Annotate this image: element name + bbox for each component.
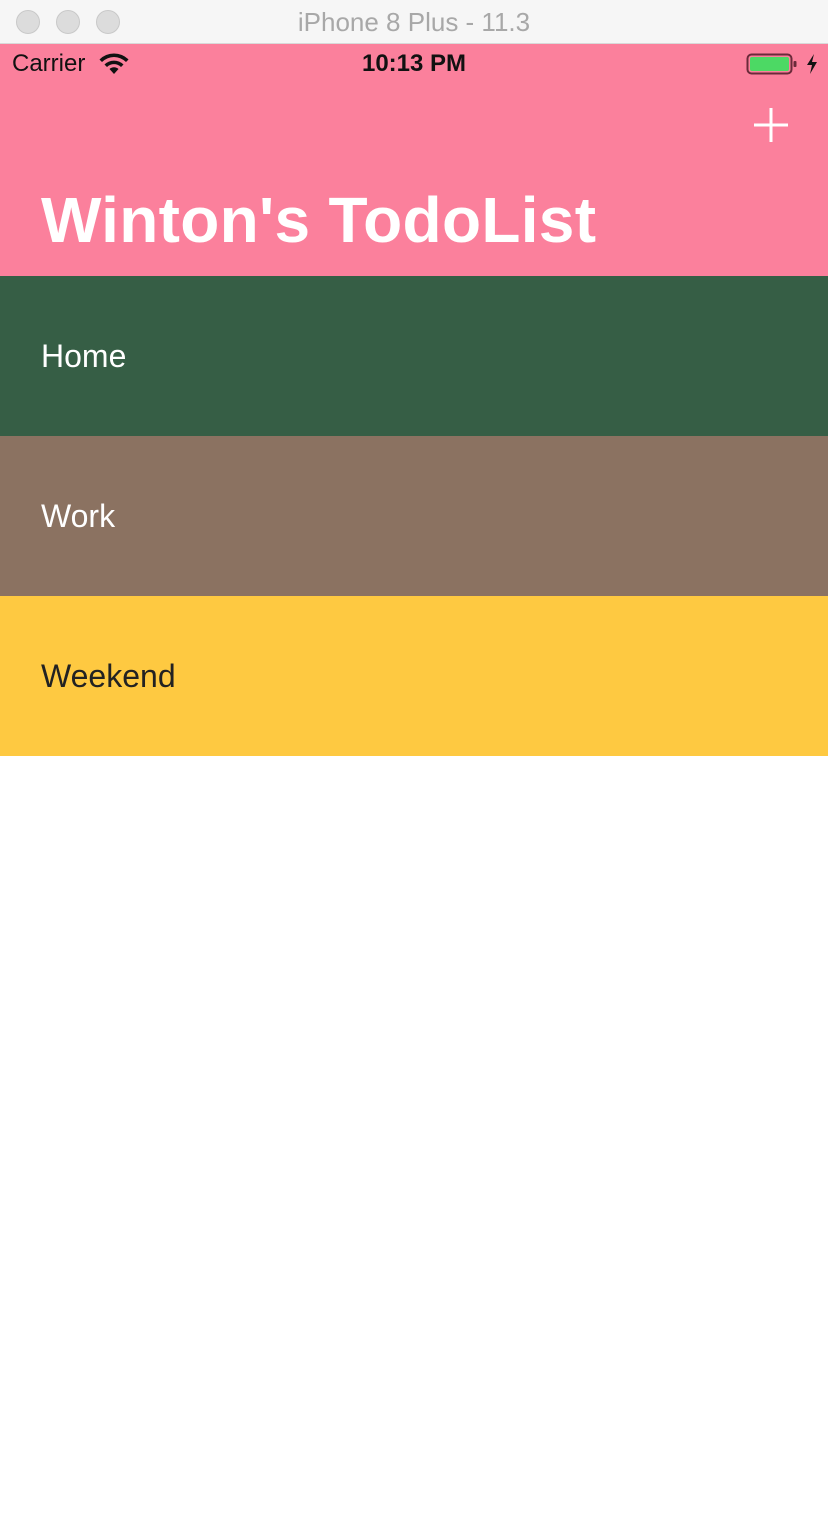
navigation-bar: Carrier 10:13 PM Winton's TodoList — [0, 44, 828, 276]
category-label: Home — [41, 338, 127, 374]
category-label: Weekend — [41, 658, 176, 694]
category-row-work[interactable]: Work — [0, 436, 828, 596]
category-row-weekend[interactable]: Weekend — [0, 596, 828, 756]
page-title: Winton's TodoList — [41, 184, 597, 256]
battery-icon — [746, 52, 798, 76]
category-label: Work — [41, 498, 116, 534]
category-list: Home Work Weekend — [0, 276, 828, 756]
simulator-titlebar: iPhone 8 Plus - 11.3 — [0, 0, 828, 44]
window-title: iPhone 8 Plus - 11.3 — [297, 7, 531, 37]
plus-icon — [754, 108, 788, 142]
bolt-icon — [804, 52, 820, 76]
add-category-button[interactable] — [746, 100, 796, 150]
category-row-home[interactable]: Home — [0, 276, 828, 436]
status-time: 10:13 PM — [361, 50, 467, 77]
